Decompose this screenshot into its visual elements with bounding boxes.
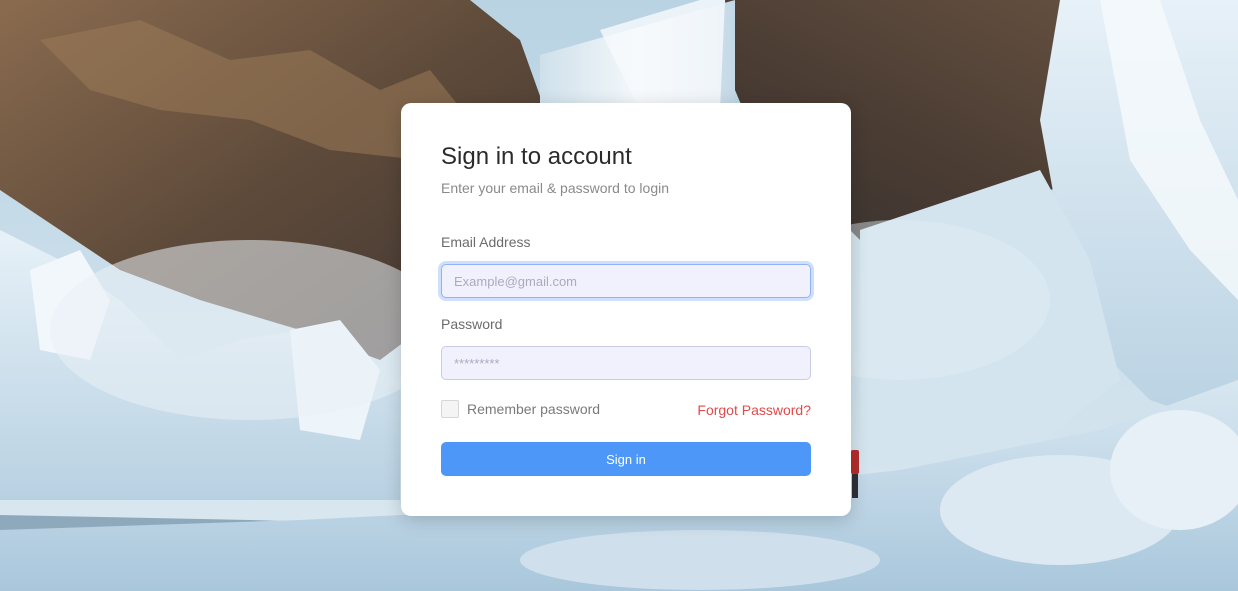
login-card: Sign in to account Enter your email & pa… xyxy=(401,103,851,516)
sign-in-button[interactable]: Sign in xyxy=(441,442,811,476)
forgot-password-link[interactable]: Forgot Password? xyxy=(697,402,811,418)
email-field[interactable] xyxy=(441,264,811,298)
remember-checkbox[interactable] xyxy=(441,400,459,418)
page-title: Sign in to account xyxy=(441,143,632,170)
password-field[interactable] xyxy=(441,346,811,380)
remember-label: Remember password xyxy=(467,401,601,417)
email-label: Email Address xyxy=(441,234,531,250)
remember-password-option[interactable]: Remember password xyxy=(441,400,600,418)
page-subtitle: Enter your email & password to login xyxy=(441,180,669,196)
password-label: Password xyxy=(441,316,503,332)
